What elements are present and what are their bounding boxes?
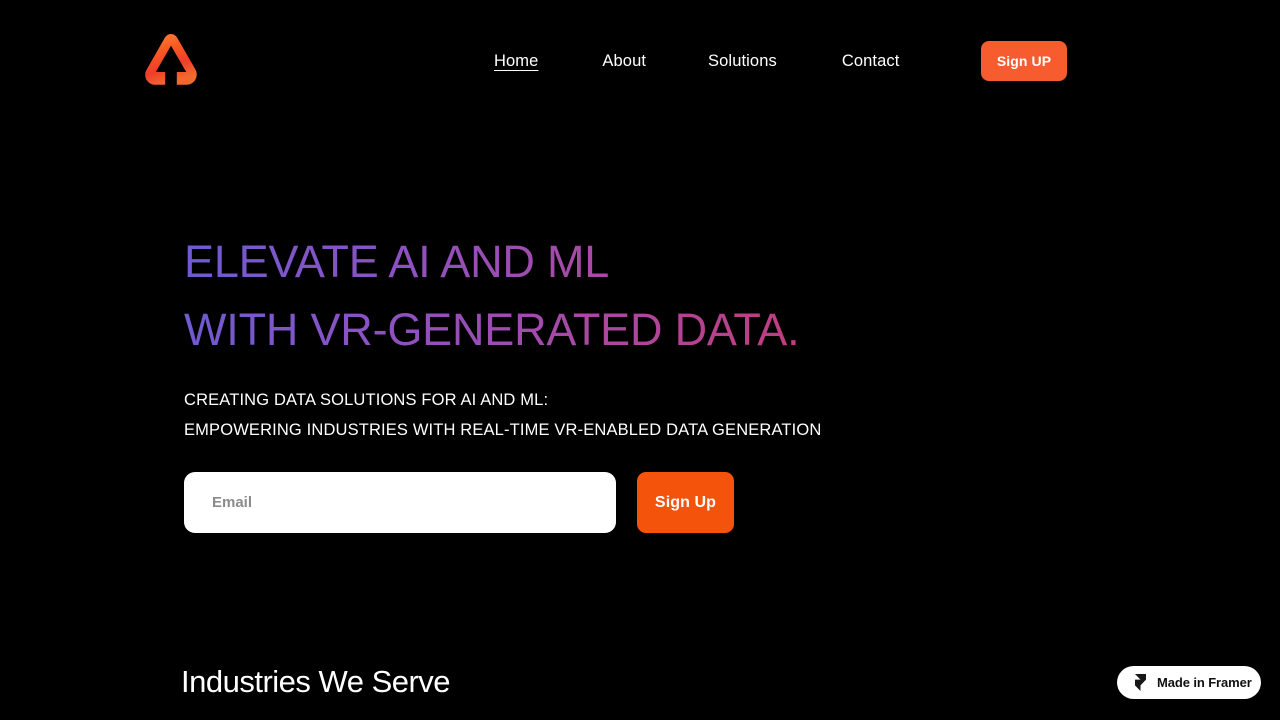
made-in-framer-badge[interactable]: Made in Framer xyxy=(1117,666,1261,699)
hero-headline: ELEVATE AI AND ML WITH VR-GENERATED DATA… xyxy=(184,228,1084,364)
email-signup-submit-button[interactable]: Sign Up xyxy=(637,472,734,533)
hero-subcopy-line-1: CREATING DATA SOLUTIONS FOR AI AND ML: xyxy=(184,391,549,409)
hero-headline-line-1: ELEVATE AI AND ML xyxy=(184,228,1084,296)
hero-subcopy-line-2: EMPOWERING INDUSTRIES WITH REAL-TIME VR-… xyxy=(184,421,822,439)
landing-page: Home About Solutions Contact Sign UP ELE… xyxy=(0,0,1280,720)
hero-headline-line-2: WITH VR-GENERATED DATA. xyxy=(184,296,1084,364)
industries-section-heading: Industries We Serve xyxy=(181,664,451,699)
email-signup-form: Sign Up xyxy=(184,472,734,533)
hero-section: ELEVATE AI AND ML WITH VR-GENERATED DATA… xyxy=(0,0,1280,720)
email-input[interactable] xyxy=(184,472,616,533)
made-in-framer-label: Made in Framer xyxy=(1157,675,1252,690)
hero-subcopy: CREATING DATA SOLUTIONS FOR AI AND ML: E… xyxy=(184,385,821,445)
framer-logo-icon xyxy=(1134,674,1147,691)
